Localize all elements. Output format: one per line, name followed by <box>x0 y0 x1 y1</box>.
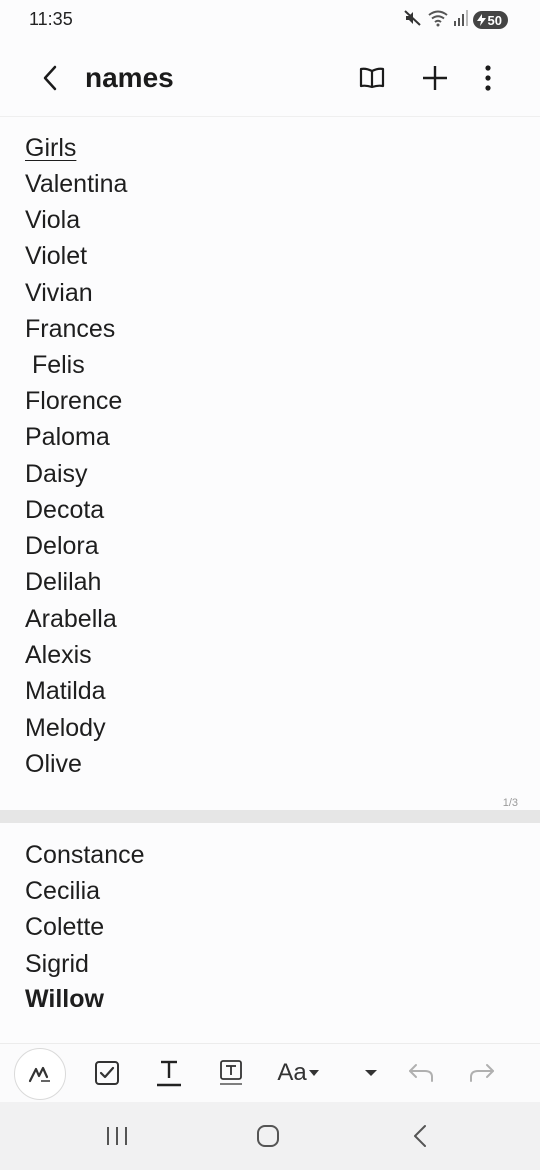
home-button[interactable] <box>238 1116 298 1156</box>
redo-button[interactable] <box>466 1054 498 1092</box>
pen-icon <box>28 1066 50 1083</box>
text-style-icon: Aa <box>277 1059 307 1086</box>
system-back-button[interactable] <box>390 1116 450 1156</box>
list-item[interactable]: Felis <box>25 350 85 380</box>
note-page-1[interactable]: Girls Valentina Viola Violet Vivian Fran… <box>0 116 540 810</box>
text-format-button[interactable] <box>154 1054 184 1092</box>
list-item[interactable]: Florence <box>25 386 122 416</box>
list-item[interactable]: Melody <box>25 713 106 743</box>
text-style-dropdown-icon <box>308 1070 319 1076</box>
list-item[interactable]: Delilah <box>25 567 101 597</box>
text-box-button[interactable] <box>216 1054 246 1092</box>
battery-level: 50 <box>487 12 502 28</box>
list-item[interactable]: Cecilia <box>25 876 100 906</box>
back-icon <box>43 65 57 91</box>
reading-mode-button[interactable] <box>352 58 392 98</box>
pen-mode-button[interactable] <box>14 1048 66 1100</box>
checkbox-icon <box>95 1061 119 1085</box>
more-options-button[interactable] <box>468 58 508 98</box>
edit-toolbar: Aa <box>0 1043 540 1102</box>
reading-mode-icon <box>359 67 385 89</box>
page-indicator: 1/3 <box>502 797 518 809</box>
battery-charging-icon: 50 <box>472 11 508 29</box>
list-item[interactable]: Frances <box>25 314 115 344</box>
recents-icon <box>107 1127 127 1145</box>
list-item[interactable]: Paloma <box>25 422 110 452</box>
list-heading-girls[interactable]: Girls <box>25 133 76 163</box>
list-item[interactable]: Colette <box>25 912 104 942</box>
list-item[interactable]: Decota <box>25 495 104 525</box>
list-item[interactable]: Delora <box>25 531 99 561</box>
note-title[interactable]: names <box>85 60 174 96</box>
list-item[interactable]: Alexis <box>25 640 92 670</box>
back-button[interactable] <box>32 60 68 96</box>
text-format-icon <box>157 1060 181 1087</box>
list-item[interactable]: Willow <box>25 984 104 1014</box>
mute-icon <box>403 8 423 33</box>
note-page-2[interactable]: Constance Cecilia Colette Sigrid Willow <box>0 823 540 1043</box>
list-item[interactable]: Arabella <box>25 604 117 634</box>
wifi-icon <box>427 9 449 32</box>
text-style-button[interactable]: Aa <box>273 1054 323 1092</box>
dropdown-icon <box>365 1070 377 1076</box>
app-bar: names <box>0 40 540 116</box>
more-tools-dropdown[interactable] <box>360 1054 382 1092</box>
recents-button[interactable] <box>87 1116 147 1156</box>
list-item[interactable]: Matilda <box>25 676 106 706</box>
redo-icon <box>470 1064 494 1082</box>
undo-button[interactable] <box>405 1054 437 1092</box>
list-item[interactable]: Violet <box>25 241 87 271</box>
add-button[interactable] <box>415 58 455 98</box>
status-bar: 11:35 50 <box>0 0 540 40</box>
add-icon <box>423 66 447 90</box>
text-box-icon <box>220 1060 242 1085</box>
undo-icon <box>409 1064 433 1082</box>
list-item[interactable]: Daisy <box>25 459 88 489</box>
checkbox-button[interactable] <box>92 1054 122 1092</box>
list-item[interactable]: Constance <box>25 840 145 870</box>
signal-icon <box>453 9 469 32</box>
back-icon <box>414 1125 426 1147</box>
system-nav-bar <box>0 1102 540 1170</box>
more-icon <box>485 65 491 91</box>
home-icon <box>257 1125 279 1147</box>
list-item[interactable]: Olive <box>25 749 82 779</box>
status-icons: 50 <box>403 9 508 31</box>
list-item[interactable]: Sigrid <box>25 949 89 979</box>
list-item[interactable]: Valentina <box>25 169 127 199</box>
list-item[interactable]: Viola <box>25 205 80 235</box>
status-time: 11:35 <box>29 9 73 29</box>
list-item[interactable]: Vivian <box>25 278 93 308</box>
page-separator <box>0 810 540 823</box>
